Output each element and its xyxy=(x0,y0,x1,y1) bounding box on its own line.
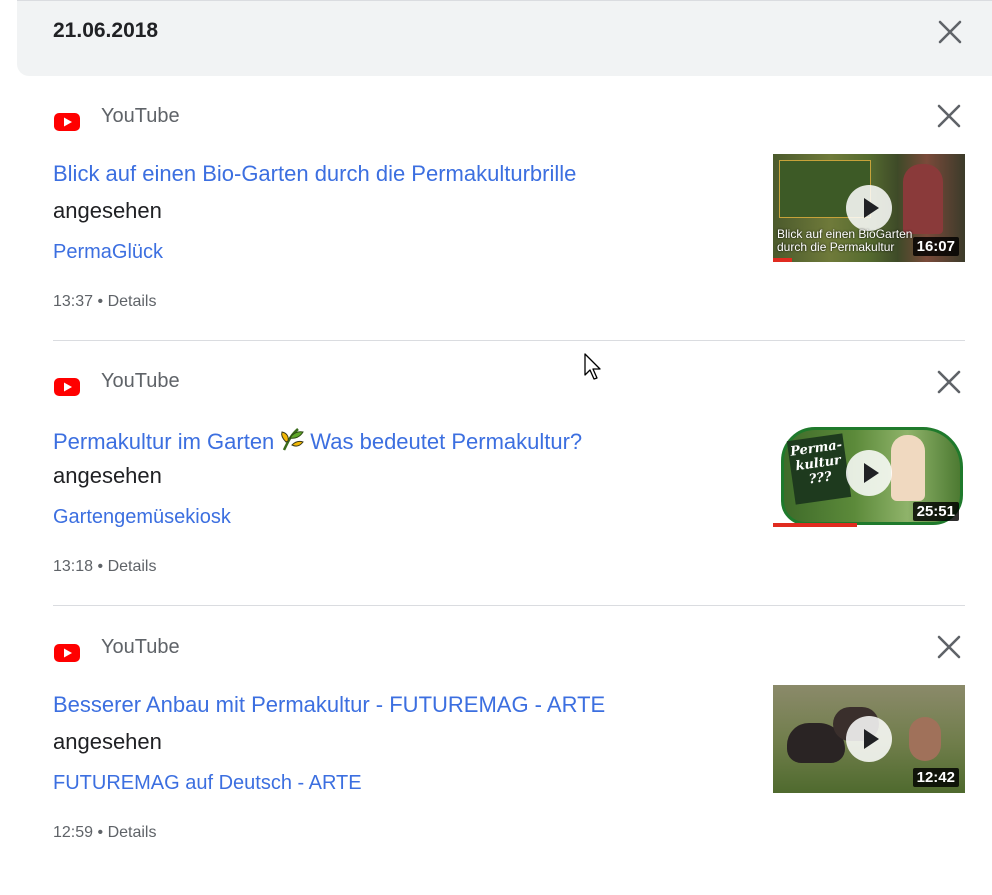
thumbnail-pig xyxy=(909,717,941,761)
channel-link[interactable]: FUTUREMAG auf Deutsch - ARTE xyxy=(53,772,362,795)
watch-progress-bar xyxy=(773,258,792,262)
details-link[interactable]: Details xyxy=(108,824,157,841)
entry-meta: 13:37 • Details xyxy=(53,293,156,311)
watch-progress-bar xyxy=(773,523,857,527)
entry-time: 13:18 xyxy=(53,558,94,575)
play-icon xyxy=(846,185,892,231)
play-icon xyxy=(846,716,892,762)
entry-meta: 12:59 • Details xyxy=(53,824,156,842)
watched-status: angesehen xyxy=(53,463,162,488)
close-icon xyxy=(937,370,961,394)
thumbnail-caption: Blick auf einen BioGarten durch die Perma… xyxy=(777,227,913,254)
date-header: 21.06.2018 xyxy=(17,0,992,76)
thumbnail-person xyxy=(891,435,925,501)
source-label: YouTube xyxy=(101,105,180,127)
source-label: YouTube xyxy=(101,370,180,392)
title-part-1: Permakultur im Garten xyxy=(53,429,275,454)
video-thumbnail[interactable]: Blick auf einen BioGarten durch die Perma… xyxy=(773,154,965,262)
entry-time: 13:37 xyxy=(53,293,94,310)
youtube-logo-icon xyxy=(54,113,80,131)
close-icon xyxy=(937,104,961,128)
source-label: YouTube xyxy=(101,636,180,658)
video-title-link[interactable]: Blick auf einen Bio-Garten durch die Per… xyxy=(53,161,576,187)
watched-status: angesehen xyxy=(53,729,162,754)
history-entry: YouTube Blick auf einen Bio-Garten durch… xyxy=(0,99,992,364)
thumbnail-chalkboard-text: Perma-kultur ??? xyxy=(786,433,852,505)
meta-separator: • xyxy=(97,558,104,575)
meta-separator: • xyxy=(97,293,104,310)
history-entry: YouTube Permakultur im Garten Was bedeute… xyxy=(0,364,992,629)
watched-status: angesehen xyxy=(53,198,162,223)
close-icon xyxy=(937,635,961,659)
video-title-link[interactable]: Besserer Anbau mit Permakultur - FUTUREM… xyxy=(53,692,605,718)
delete-entry-button[interactable] xyxy=(935,633,963,661)
close-icon xyxy=(938,20,962,44)
details-link[interactable]: Details xyxy=(108,558,157,575)
entry-time: 12:59 xyxy=(53,824,94,841)
channel-link[interactable]: Gartengemüsekiosk xyxy=(53,506,231,529)
date-label: 21.06.2018 xyxy=(53,19,159,42)
sprout-icon xyxy=(281,428,305,451)
thumbnail-person xyxy=(903,164,943,234)
mouse-pointer-icon xyxy=(584,353,601,380)
video-thumbnail[interactable]: Perma-kultur ??? 25:51 xyxy=(773,419,965,527)
video-duration: 16:07 xyxy=(912,237,959,256)
video-duration: 12:42 xyxy=(912,768,959,787)
entry-divider xyxy=(53,340,965,341)
channel-link[interactable]: PermaGlück xyxy=(53,241,163,264)
details-link[interactable]: Details xyxy=(108,293,157,310)
entry-divider xyxy=(53,605,965,606)
entry-meta: 13:18 • Details xyxy=(53,558,156,576)
youtube-logo-icon xyxy=(54,644,80,662)
video-thumbnail[interactable]: 12:42 xyxy=(773,685,965,793)
title-part-2: Was bedeutet Permakultur? xyxy=(310,429,583,454)
video-duration: 25:51 xyxy=(912,502,959,521)
youtube-logo-icon xyxy=(54,378,80,396)
delete-entry-button[interactable] xyxy=(935,368,963,396)
history-entry: YouTube Besserer Anbau mit Permakultur -… xyxy=(0,630,992,895)
close-date-button[interactable] xyxy=(936,18,964,46)
play-icon xyxy=(846,450,892,496)
delete-entry-button[interactable] xyxy=(935,102,963,130)
meta-separator: • xyxy=(97,824,104,841)
video-title-link[interactable]: Permakultur im Garten Was bedeutet Permak… xyxy=(53,426,582,455)
